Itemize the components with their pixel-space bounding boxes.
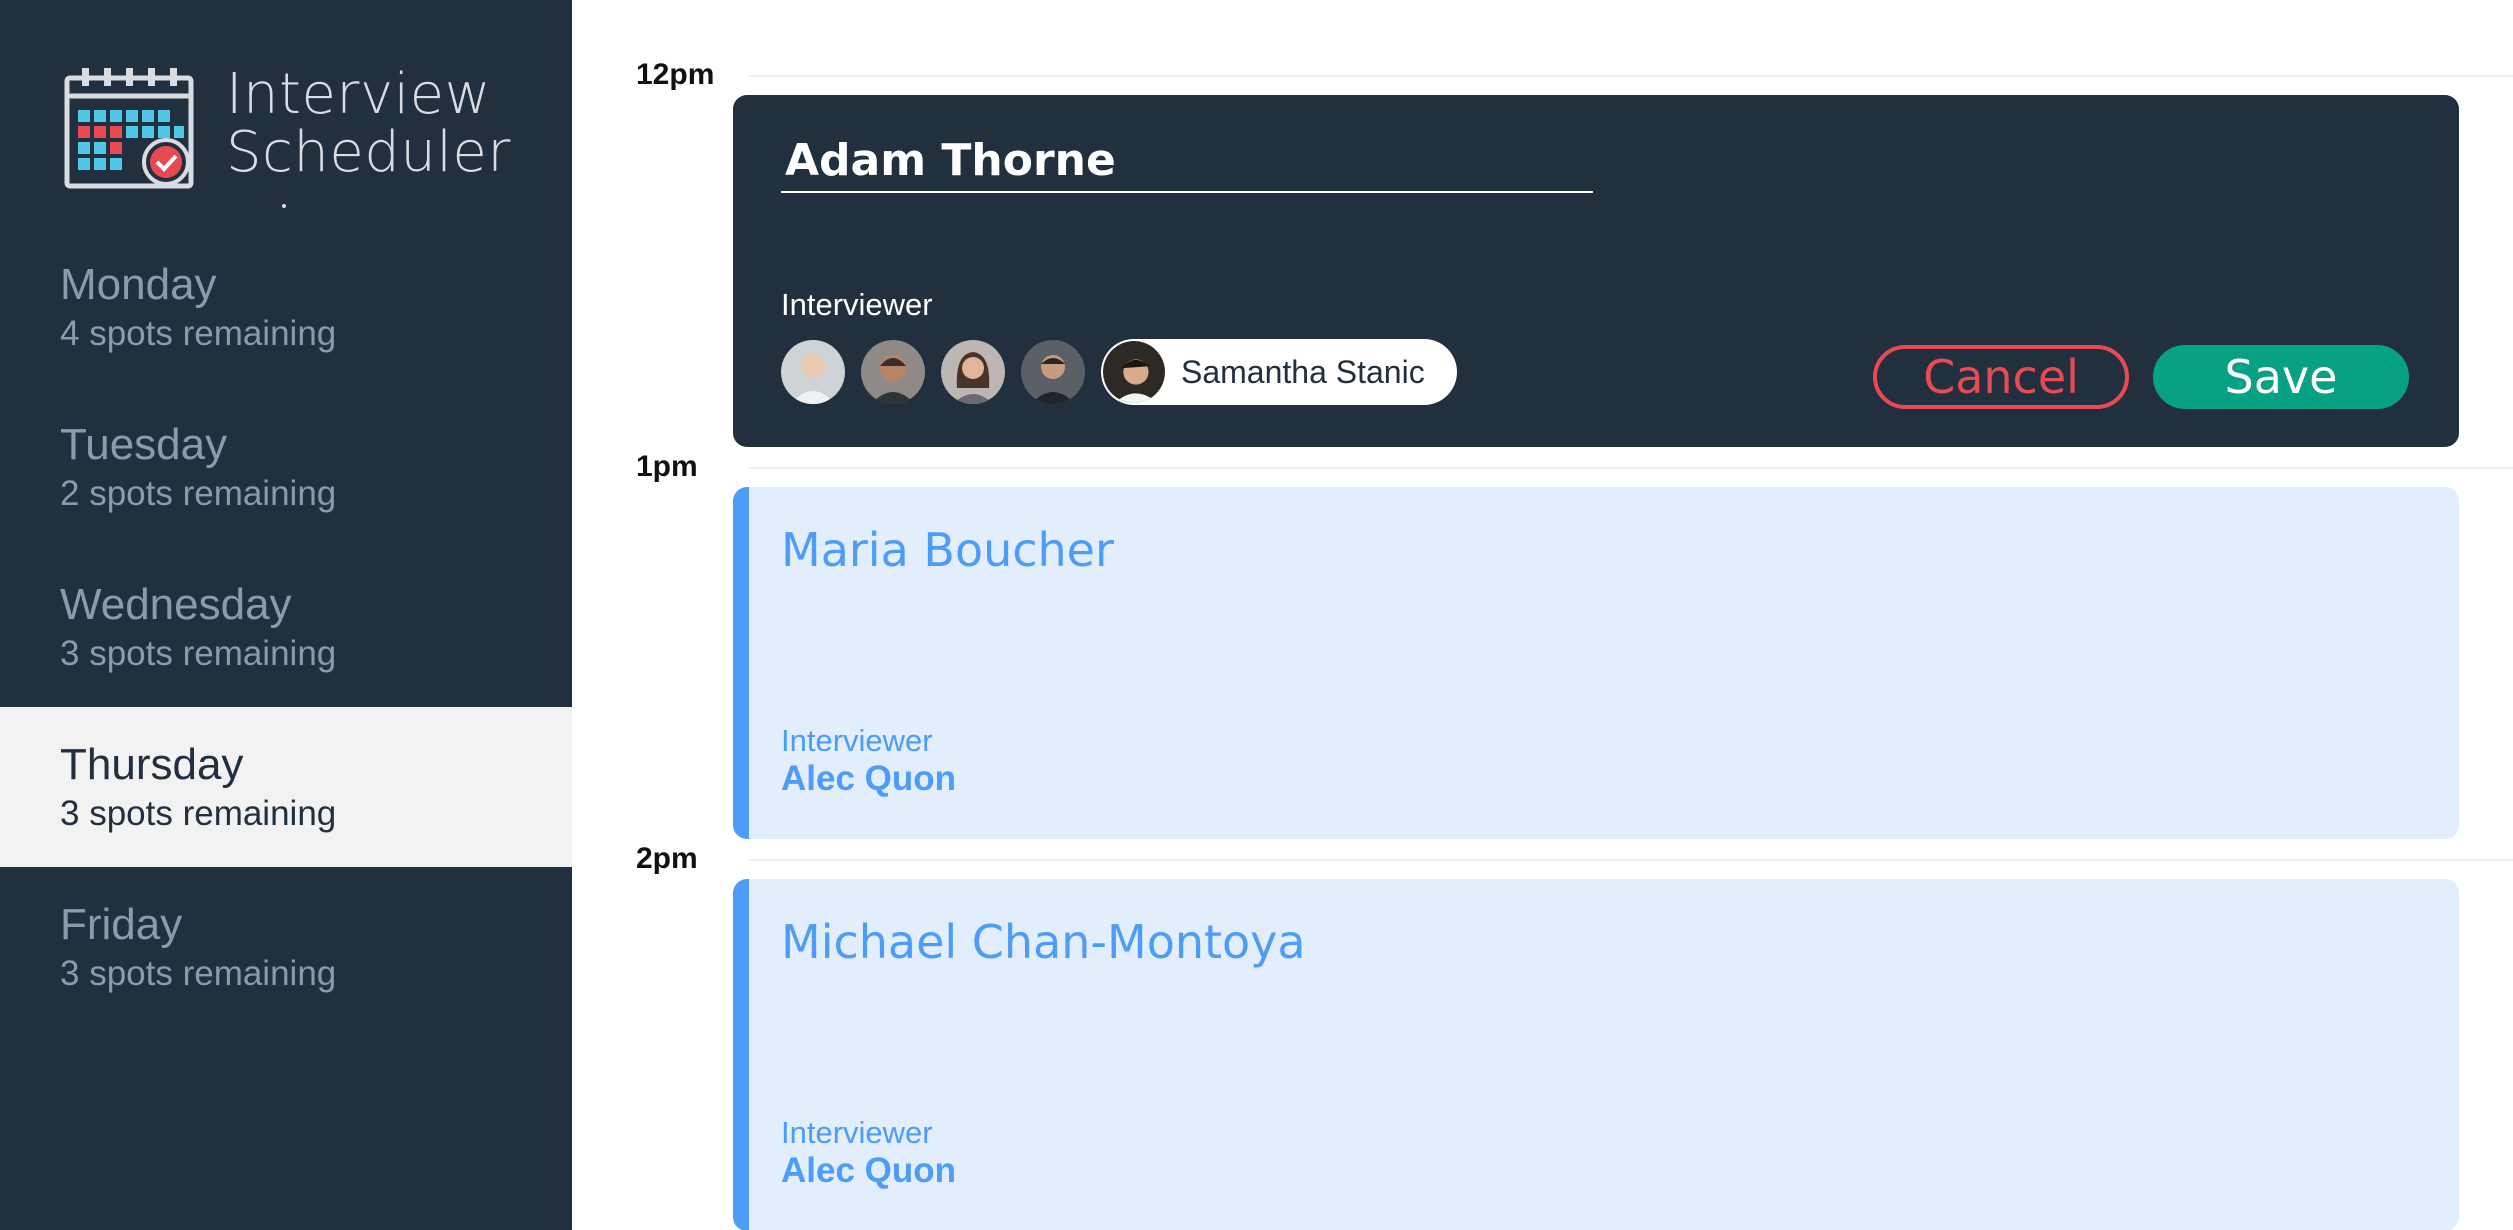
appointment-interviewer-label: Interviewer xyxy=(781,1115,933,1150)
time-label: 12pm xyxy=(636,58,715,91)
avatar-3-icon[interactable] xyxy=(941,340,1005,404)
avatar-2-icon[interactable] xyxy=(861,340,925,404)
appointment-student-name: Michael Chan-Montoya xyxy=(781,915,1306,969)
interviewer-label: Interviewer xyxy=(781,287,933,322)
time-divider xyxy=(748,859,2513,861)
appointment-interviewer-name: Alec Quon xyxy=(781,1151,957,1190)
day-spots: 3 spots remaining xyxy=(60,954,337,993)
day-item-thursday[interactable]: Thursday 3 spots remaining xyxy=(0,707,572,867)
brand: Interview Scheduler xyxy=(64,66,524,208)
day-spots: 4 spots remaining xyxy=(60,314,337,353)
appointment-interviewer-label: Interviewer xyxy=(781,723,933,758)
schedule: 12pm Interviewer xyxy=(572,0,2513,1230)
appointment-student-name: Maria Boucher xyxy=(781,523,1114,577)
avatar-selected-icon xyxy=(1103,341,1165,403)
time-divider xyxy=(748,467,2513,469)
sidebar: Interview Scheduler Monday 4 spots remai… xyxy=(0,0,572,1230)
appointment-card[interactable]: Maria Boucher Interviewer Alec Quon xyxy=(733,487,2459,839)
day-item-tuesday[interactable]: Tuesday 2 spots remaining xyxy=(0,387,572,547)
calendar-logo-icon xyxy=(64,68,194,189)
save-button[interactable]: Save xyxy=(2153,345,2409,409)
app-title-line1: Interview xyxy=(226,62,491,127)
cancel-button[interactable]: Cancel xyxy=(1873,345,2129,409)
day-name: Tuesday xyxy=(60,420,228,469)
day-spots: 2 spots remaining xyxy=(60,474,337,513)
day-item-wednesday[interactable]: Wednesday 3 spots remaining xyxy=(0,547,572,707)
day-spots: 3 spots remaining xyxy=(60,794,337,833)
time-label: 2pm xyxy=(636,842,698,875)
day-list: Monday 4 spots remaining Tuesday 2 spots… xyxy=(0,227,572,1027)
app-root: Interview Scheduler Monday 4 spots remai… xyxy=(0,0,2513,1230)
avatar-4-icon[interactable] xyxy=(1021,340,1085,404)
day-name: Friday xyxy=(60,900,183,949)
day-name: Thursday xyxy=(60,740,244,789)
avatar-1-icon[interactable] xyxy=(781,340,845,404)
app-title: Interview Scheduler xyxy=(226,66,511,182)
day-spots: 3 spots remaining xyxy=(60,634,337,673)
selected-interviewer-name: Samantha Stanic xyxy=(1181,353,1425,390)
app-title-line2: Scheduler xyxy=(226,120,511,185)
appointment-form: Interviewer xyxy=(733,95,2459,447)
day-item-friday[interactable]: Friday 3 spots remaining xyxy=(0,867,572,1027)
selected-interviewer-chip[interactable]: Samantha Stanic xyxy=(1101,339,1457,405)
student-name-input[interactable] xyxy=(781,129,1593,193)
time-divider xyxy=(748,75,2513,77)
appointment-card[interactable]: Michael Chan-Montoya Interviewer Alec Qu… xyxy=(733,879,2459,1230)
day-item-monday[interactable]: Monday 4 spots remaining xyxy=(0,227,572,387)
interviewer-list: Samantha Stanic xyxy=(781,339,1457,405)
day-name: Wednesday xyxy=(60,580,292,629)
time-label: 1pm xyxy=(636,450,698,483)
appointment-interviewer-name: Alec Quon xyxy=(781,759,957,798)
day-name: Monday xyxy=(60,260,217,309)
brand-dot xyxy=(282,204,286,208)
